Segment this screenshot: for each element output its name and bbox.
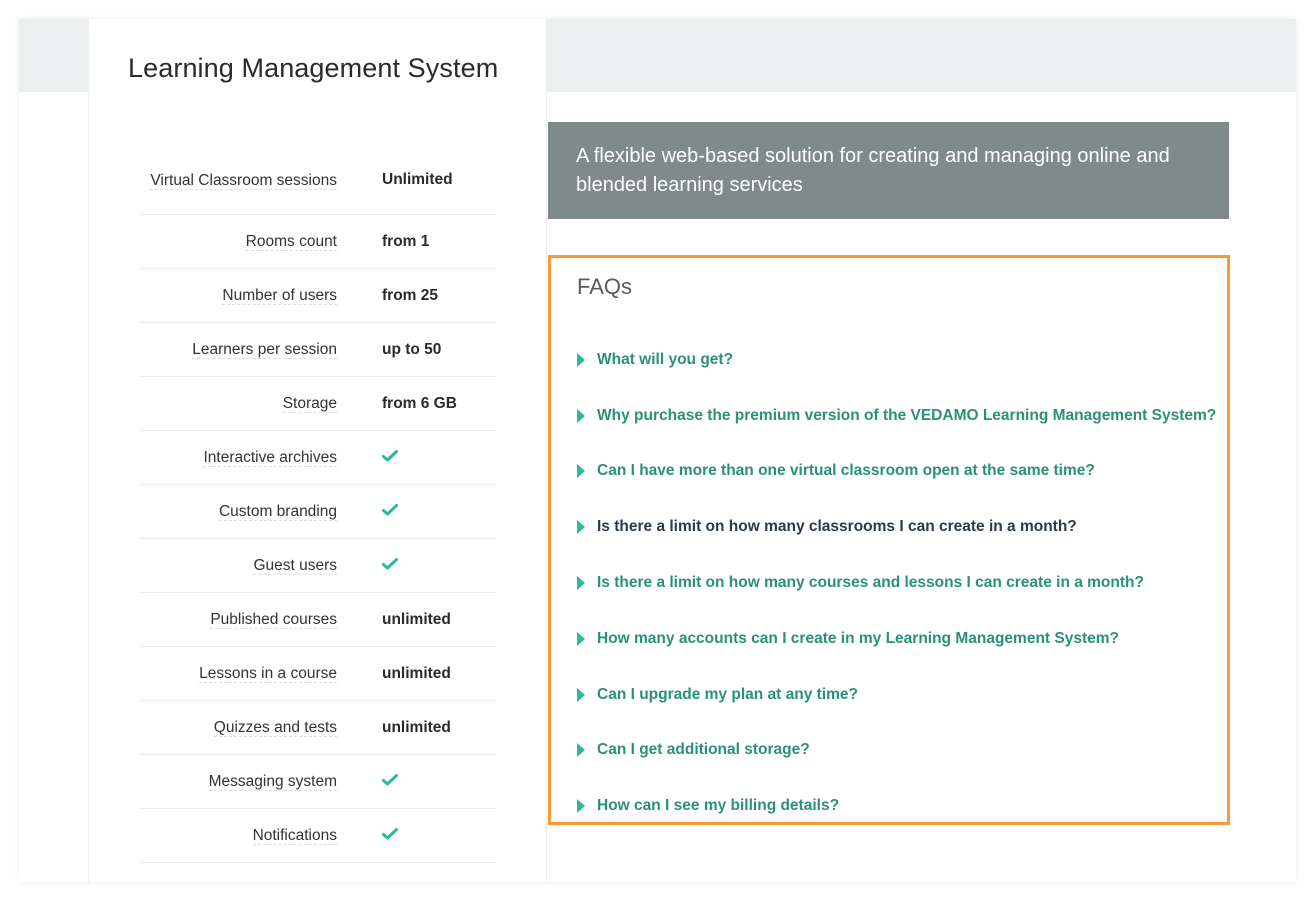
feature-label[interactable]: Notifications [139, 824, 337, 847]
faq-item[interactable]: Can I have more than one virtual classro… [577, 450, 1216, 506]
description-banner: A flexible web-based solution for creati… [548, 122, 1229, 219]
feature-value [337, 449, 398, 467]
caret-right-icon [577, 408, 585, 423]
feature-value [337, 827, 398, 845]
faq-question[interactable]: Can I upgrade my plan at any time? [597, 686, 858, 704]
faq-item[interactable]: What will you get? [577, 338, 1216, 394]
feature-value [337, 773, 398, 791]
feature-value: from 6 GB [382, 394, 457, 412]
faq-list: What will you get? Why purchase the premi… [577, 338, 1216, 840]
feature-label[interactable]: Lessons in a course [139, 662, 337, 685]
feature-label-text[interactable]: Custom branding [218, 503, 337, 521]
feature-label-text[interactable]: Guest users [253, 557, 337, 575]
faq-title: FAQs [577, 274, 633, 299]
faq-item[interactable]: How many accounts can I create in my Lea… [577, 617, 1216, 673]
feature-label-text[interactable]: Number of users [222, 287, 337, 305]
faq-item[interactable]: Is there a limit on how many classrooms … [577, 505, 1216, 561]
faq-question[interactable]: Can I have more than one virtual classro… [597, 462, 1095, 480]
feature-label-text[interactable]: Lessons in a course [199, 665, 337, 683]
faq-question[interactable]: Why purchase the premium version of the … [597, 407, 1216, 425]
feature-row: Lessons in a course unlimited [139, 647, 496, 701]
feature-row: Number of users from 25 [139, 269, 496, 323]
faq-item[interactable]: Is there a limit on how many courses and… [577, 561, 1216, 617]
feature-row: Guest users [139, 539, 496, 593]
feature-row: Interactive archives [139, 431, 496, 485]
caret-right-icon [577, 799, 585, 814]
check-icon [382, 449, 398, 461]
check-icon [382, 827, 398, 839]
feature-row: Notifications [139, 809, 496, 863]
feature-value: from 25 [382, 286, 438, 304]
feature-label-text[interactable]: Published courses [210, 611, 337, 629]
feature-label[interactable]: Guest users [139, 554, 337, 577]
feature-row: Messaging system [139, 755, 496, 809]
feature-row: Published courses unlimited [139, 593, 496, 647]
check-icon [382, 557, 398, 569]
feature-label[interactable]: Virtual Classroom sessions [139, 169, 337, 192]
feature-value: Unlimited [382, 171, 453, 188]
feature-label[interactable]: Interactive archives [139, 446, 337, 469]
feature-list: Virtual Classroom sessions Unlimited Rooms… [139, 146, 496, 863]
feature-label-text[interactable]: Messaging system [208, 773, 337, 791]
feature-label-text[interactable]: Interactive archives [203, 449, 337, 467]
feature-label-text[interactable]: Quizzes and tests [213, 719, 337, 737]
caret-right-icon [577, 631, 585, 646]
caret-right-icon [577, 743, 585, 758]
feature-row: Learners per session up to 50 [139, 323, 496, 377]
feature-value [337, 503, 398, 521]
feature-value: from 1 [382, 232, 430, 250]
feature-label[interactable]: Published courses [139, 608, 337, 631]
faq-item[interactable]: Why purchase the premium version of the … [577, 394, 1216, 450]
feature-row: Storage from 6 GB [139, 377, 496, 431]
feature-label[interactable]: Storage [139, 392, 337, 415]
feature-label[interactable]: Quizzes and tests [139, 716, 337, 739]
check-icon [382, 773, 398, 785]
faq-question[interactable]: Can I get additional storage? [597, 741, 810, 759]
feature-label[interactable]: Custom branding [139, 500, 337, 523]
faq-item[interactable]: Can I get additional storage? [577, 729, 1216, 785]
feature-value: up to 50 [382, 340, 442, 358]
caret-right-icon [577, 576, 585, 591]
caret-right-icon [577, 687, 585, 702]
feature-row: Quizzes and tests unlimited [139, 701, 496, 755]
plan-card: Learning Management System Virtual Class… [88, 19, 547, 882]
caret-right-icon [577, 520, 585, 535]
feature-label[interactable]: Learners per session [139, 338, 337, 361]
feature-label-text[interactable]: Virtual Classroom sessions [150, 171, 337, 190]
feature-label-text[interactable]: Notifications [252, 827, 337, 845]
feature-row: Custom branding [139, 485, 496, 539]
faq-question[interactable]: How can I see my billing details? [597, 797, 839, 815]
faq-question[interactable]: Is there a limit on how many classrooms … [597, 518, 1077, 536]
faq-item[interactable]: How can I see my billing details? [577, 784, 1216, 840]
feature-value: unlimited [382, 664, 451, 682]
pricing-panel: Learning Management System Virtual Class… [19, 19, 1296, 882]
faq-question[interactable]: What will you get? [597, 351, 733, 369]
feature-row: Virtual Classroom sessions Unlimited [139, 146, 496, 215]
feature-label-text[interactable]: Learners per session [192, 341, 337, 359]
faq-item[interactable]: Can I upgrade my plan at any time? [577, 673, 1216, 729]
faq-section: FAQs What will you get? Why purchase the … [548, 255, 1230, 825]
feature-label-text[interactable]: Rooms count [245, 233, 337, 251]
caret-right-icon [577, 464, 585, 479]
caret-right-icon [577, 352, 585, 367]
feature-label[interactable]: Number of users [139, 284, 337, 307]
check-icon [382, 503, 398, 515]
faq-question[interactable]: Is there a limit on how many courses and… [597, 574, 1144, 592]
feature-value: unlimited [382, 718, 451, 736]
feature-value [337, 557, 398, 575]
feature-value: unlimited [382, 610, 451, 628]
plan-title: Learning Management System [128, 53, 499, 83]
faq-question[interactable]: How many accounts can I create in my Lea… [597, 630, 1119, 648]
feature-label-text[interactable]: Storage [282, 395, 337, 413]
feature-row: Rooms count from 1 [139, 215, 496, 269]
feature-label[interactable]: Messaging system [139, 770, 337, 793]
feature-label[interactable]: Rooms count [139, 230, 337, 253]
banner-text: A flexible web-based solution for creati… [576, 145, 1170, 196]
